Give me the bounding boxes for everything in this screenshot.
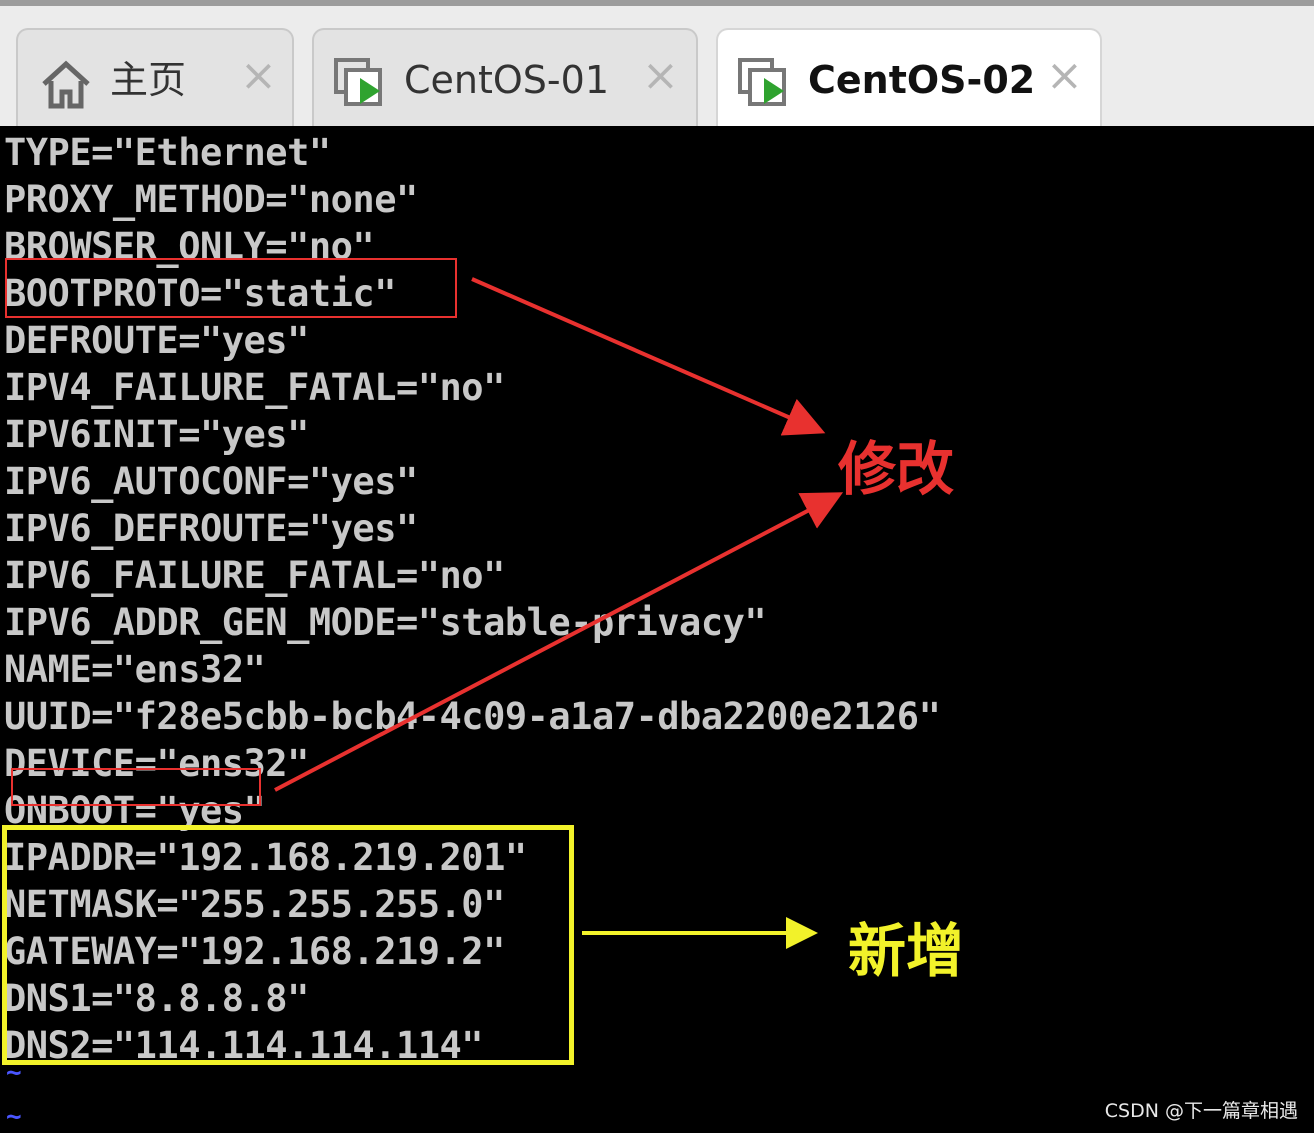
added-label: 新增 [848,917,965,985]
modify-arrow-top [471,277,826,436]
modify-label: 修改 [838,435,955,503]
modify-arrow-bottom [274,492,844,792]
annotation-arrows [274,277,844,949]
watermark: CSDN @下一篇章相遇 [1104,1100,1298,1122]
